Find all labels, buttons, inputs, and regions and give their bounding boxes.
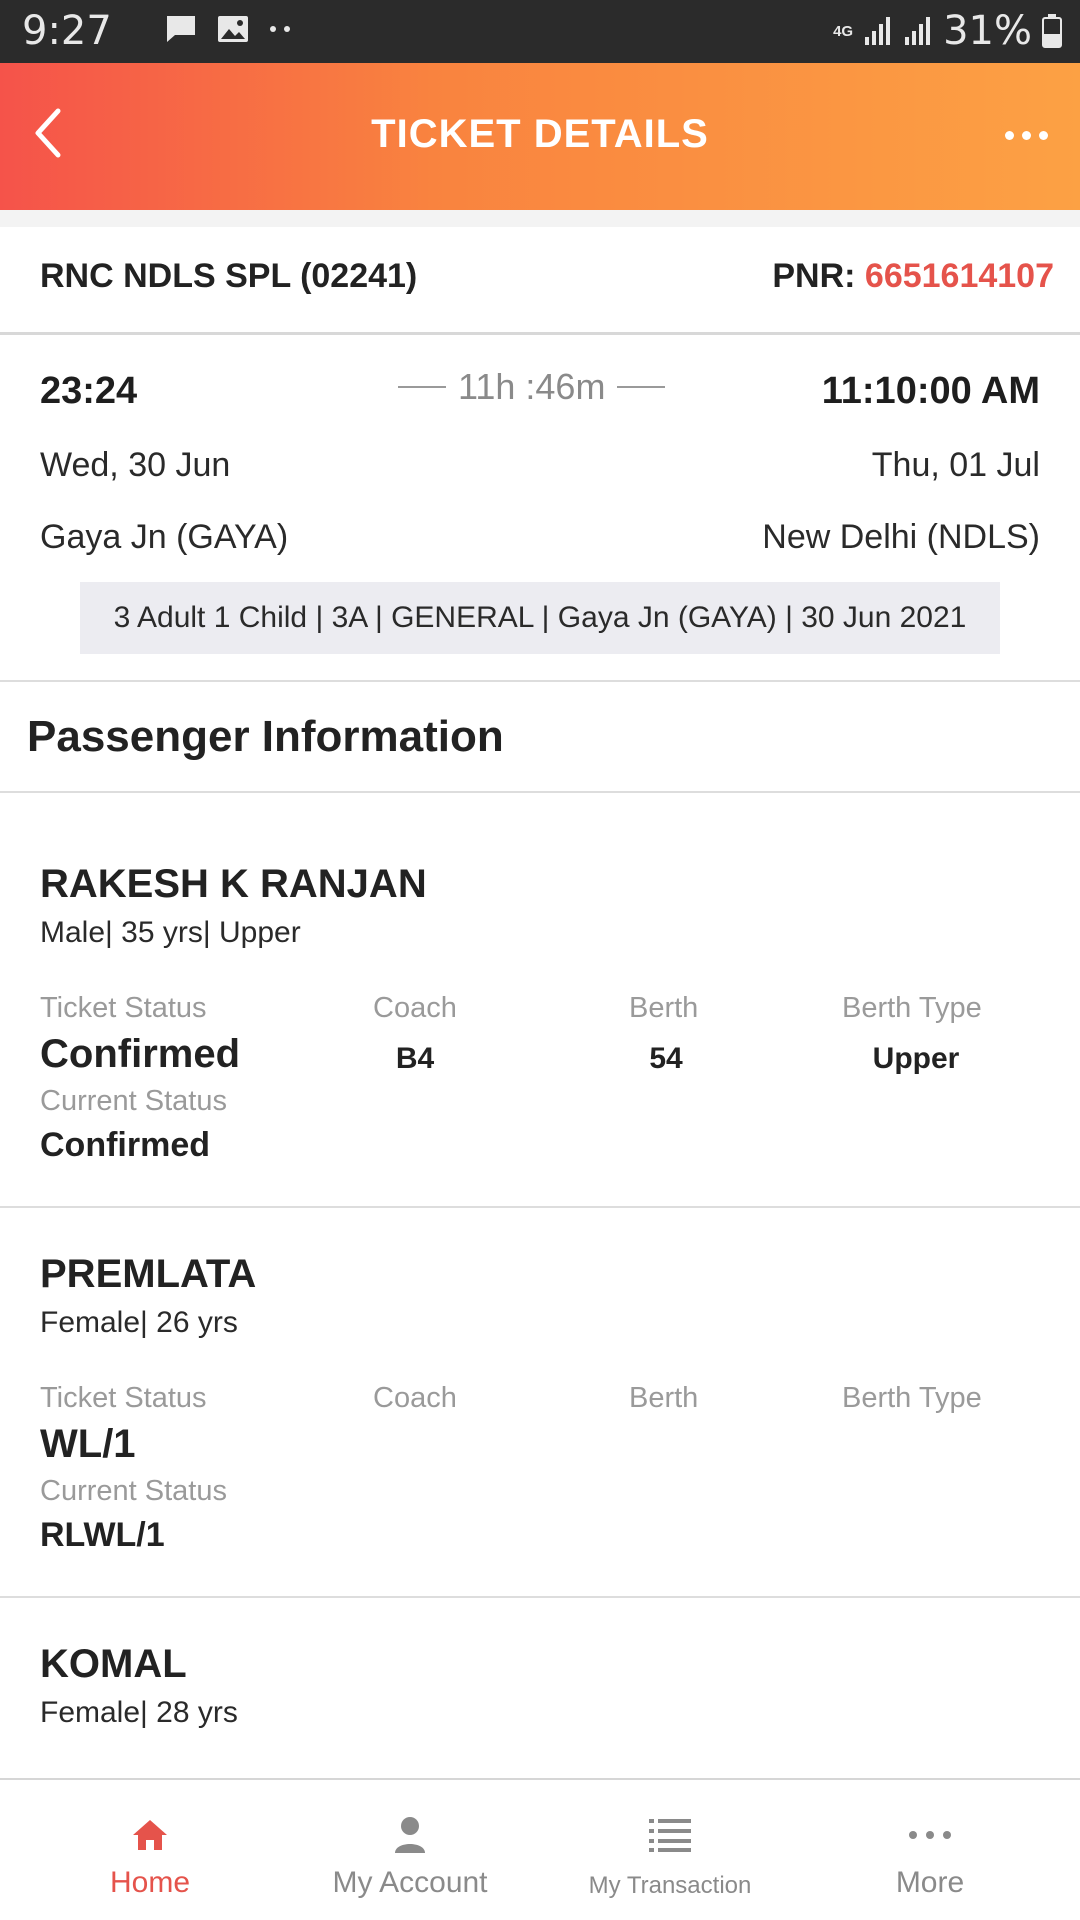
section-title: Passenger Information (27, 712, 504, 761)
ticket-status-label: Ticket Status (40, 992, 207, 1024)
more-dots-icon (1004, 130, 1014, 140)
duration-line-right (617, 386, 666, 388)
image-icon (218, 16, 248, 42)
signal-icon-2 (905, 17, 931, 45)
journey-summary: 3 Adult 1 Child | 3A | GENERAL | Gaya Jn… (80, 582, 1000, 654)
signal-icon (865, 17, 891, 45)
message-icon (167, 16, 195, 42)
overflow-menu-button[interactable] (996, 115, 1056, 155)
coach-label: Coach (373, 992, 457, 1024)
status-right: 4G 31% (833, 8, 1062, 54)
departure-date: Wed, 30 Jun (40, 446, 231, 484)
ticket-status-label: Ticket Status (40, 1382, 207, 1414)
passenger-card: PREMLATA Female| 26 yrs Ticket Status Co… (0, 1252, 1080, 1554)
battery-percent: 31% (943, 8, 1032, 54)
current-status-value: Confirmed (40, 1126, 210, 1164)
nav-home[interactable]: Home (15, 1780, 285, 1920)
list-icon (649, 1819, 691, 1852)
ticket-status-value: Confirmed (40, 1032, 240, 1076)
train-name: RNC NDLS SPL (02241) (40, 257, 418, 295)
nav-label: My Transaction (588, 1872, 752, 1899)
duration-line-left (398, 386, 446, 388)
current-status-label: Current Status (40, 1475, 227, 1507)
passenger-name: PREMLATA (40, 1252, 257, 1296)
coach-value: B4 (395, 1042, 435, 1075)
berth-type-value: Upper (872, 1042, 960, 1075)
coach-label: Coach (373, 1382, 457, 1414)
notification-icons (165, 14, 293, 44)
from-station: Gaya Jn (GAYA) (40, 518, 289, 556)
divider (0, 1596, 1080, 1598)
status-time: 9:27 (22, 8, 112, 54)
pnr-label: PNR: (772, 257, 856, 295)
berth-value: 54 (649, 1042, 683, 1075)
journey-duration: 11h :46m (398, 366, 666, 408)
departure-time: 23:24 (40, 370, 138, 412)
passenger-card: KOMAL Female| 28 yrs (0, 1642, 1080, 1772)
nav-label: Home (109, 1866, 191, 1899)
divider (0, 791, 1080, 793)
nav-label: More (895, 1866, 965, 1899)
person-icon (395, 1817, 425, 1853)
nav-my-transaction[interactable]: My Transaction (535, 1780, 805, 1920)
nav-my-account[interactable]: My Account (275, 1780, 545, 1920)
current-status-value: RLWL/1 (40, 1516, 165, 1554)
more-notifications-icon (270, 26, 290, 32)
more-dots-icon (909, 1831, 951, 1839)
berth-type-label: Berth Type (842, 1382, 982, 1414)
network-type: 4G (833, 22, 854, 40)
passenger-card: RAKESH K RANJAN Male| 35 yrs| Upper Tick… (0, 862, 1080, 1202)
header-spacer (0, 210, 1080, 227)
nav-more[interactable]: More (795, 1780, 1065, 1920)
battery-icon (1042, 14, 1062, 48)
berth-label: Berth (629, 992, 699, 1024)
ticket-status-value: WL/1 (40, 1422, 136, 1466)
arrival-date: Thu, 01 Jul (871, 446, 1040, 484)
train-info-row: RNC NDLS SPL (02241) PNR: 6651614107 (0, 227, 1080, 335)
pnr-value: 6651614107 (864, 257, 1054, 295)
berth-label: Berth (629, 1382, 699, 1414)
nav-label: My Account (332, 1866, 488, 1899)
duration-text: 11h :46m (458, 366, 606, 407)
divider (0, 680, 1080, 682)
passenger-meta: Female| 26 yrs (40, 1306, 238, 1339)
passenger-name: RAKESH K RANJAN (40, 862, 427, 906)
status-bar: 9:27 4G 31% (0, 0, 1080, 63)
pnr: PNR: 6651614107 (772, 257, 1054, 296)
passenger-meta: Female| 28 yrs (40, 1696, 238, 1729)
to-station: New Delhi (NDLS) (762, 518, 1040, 556)
current-status-label: Current Status (40, 1085, 227, 1117)
home-icon (133, 1820, 167, 1850)
divider (0, 1206, 1080, 1208)
passenger-name: KOMAL (40, 1642, 187, 1686)
passenger-meta: Male| 35 yrs| Upper (40, 916, 301, 949)
bottom-navigation: Home My Account My Transaction More (0, 1778, 1080, 1920)
berth-type-label: Berth Type (842, 992, 982, 1024)
app-header: TICKET DETAILS (0, 63, 1080, 210)
page-title: TICKET DETAILS (371, 112, 709, 156)
arrival-time: 11:10:00 AM (821, 370, 1040, 412)
